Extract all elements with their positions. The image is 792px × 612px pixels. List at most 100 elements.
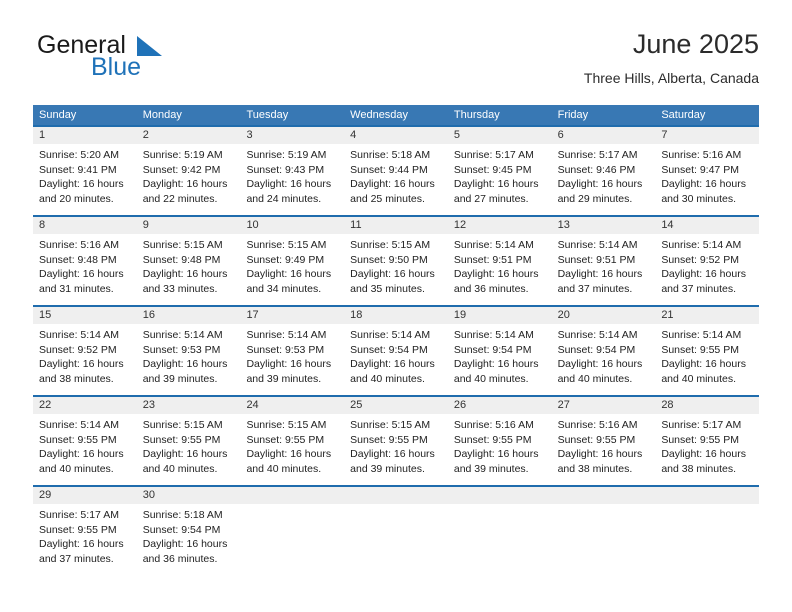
day-cell[interactable]: 25 Sunrise: 5:15 AM Sunset: 9:55 PM Dayl… <box>344 397 448 483</box>
day-cell[interactable]: 24 Sunrise: 5:15 AM Sunset: 9:55 PM Dayl… <box>240 397 345 483</box>
day-number: 15 <box>33 307 137 324</box>
weekday-header-friday: Friday <box>557 109 589 121</box>
day-number: 13 <box>551 217 656 234</box>
weekday-header-monday: Monday <box>142 109 182 121</box>
day-details: Sunrise: 5:15 AM Sunset: 9:55 PM Dayligh… <box>137 414 241 476</box>
day-cell[interactable]: 28 Sunrise: 5:17 AM Sunset: 9:55 PM Dayl… <box>655 397 760 483</box>
sunrise-text: Sunrise: 5:15 AM <box>246 419 327 431</box>
daylight-text-line1: Daylight: 16 hours <box>246 358 332 371</box>
sunset-text: Sunset: 9:55 PM <box>453 433 532 446</box>
sunrise-text: Sunrise: 5:14 AM <box>661 239 742 251</box>
daylight-text-line2: and 39 minutes. <box>246 372 322 385</box>
daylight-text-line2: and 29 minutes. <box>557 192 633 205</box>
sunset-text: Sunset: 9:54 PM <box>557 343 636 356</box>
day-cell[interactable]: 4 Sunrise: 5:18 AM Sunset: 9:44 PM Dayli… <box>344 127 448 213</box>
day-cell[interactable]: 14 Sunrise: 5:14 AM Sunset: 9:52 PM Dayl… <box>655 217 760 303</box>
day-cell[interactable]: 9 Sunrise: 5:15 AM Sunset: 9:48 PM Dayli… <box>136 217 241 303</box>
day-number: 10 <box>240 217 345 234</box>
daylight-text-line2: and 34 minutes. <box>246 282 322 295</box>
day-cell[interactable]: 7 Sunrise: 5:16 AM Sunset: 9:47 PM Dayli… <box>655 127 760 213</box>
day-cell[interactable]: 12 Sunrise: 5:14 AM Sunset: 9:51 PM Dayl… <box>447 217 552 303</box>
sunset-text: Sunset: 9:47 PM <box>661 163 739 176</box>
sunrise-text: Sunrise: 5:17 AM <box>39 509 119 521</box>
day-cell[interactable]: 10 Sunrise: 5:15 AM Sunset: 9:49 PM Dayl… <box>240 217 345 303</box>
day-cell[interactable]: 16 Sunrise: 5:14 AM Sunset: 9:53 PM Dayl… <box>136 307 241 393</box>
daylight-text-line1: Daylight: 16 hours <box>350 268 435 281</box>
day-number: 4 <box>344 127 448 144</box>
day-details: Sunrise: 5:18 AM Sunset: 9:54 PM Dayligh… <box>137 504 241 566</box>
sunrise-text: Sunrise: 5:17 AM <box>453 149 534 161</box>
sunset-text: Sunset: 9:53 PM <box>142 343 221 356</box>
day-number: 5 <box>447 127 552 144</box>
daylight-text-line2: and 31 minutes. <box>39 282 114 295</box>
day-cell[interactable]: 6 Sunrise: 5:17 AM Sunset: 9:46 PM Dayli… <box>551 127 656 213</box>
daylight-text-line1: Daylight: 16 hours <box>557 178 643 191</box>
day-cell[interactable]: 11 Sunrise: 5:15 AM Sunset: 9:50 PM Dayl… <box>344 217 448 303</box>
day-cell[interactable]: 3 Sunrise: 5:19 AM Sunset: 9:43 PM Dayli… <box>240 127 345 213</box>
day-cell[interactable]: 26 Sunrise: 5:16 AM Sunset: 9:55 PM Dayl… <box>447 397 552 483</box>
day-details: Sunrise: 5:15 AM Sunset: 9:49 PM Dayligh… <box>240 234 344 296</box>
day-cell[interactable]: 1 Sunrise: 5:20 AM Sunset: 9:41 PM Dayli… <box>33 127 137 213</box>
daylight-text-line1: Daylight: 16 hours <box>557 268 643 281</box>
daylight-text-line1: Daylight: 16 hours <box>246 178 332 191</box>
day-cell[interactable]: 30 Sunrise: 5:18 AM Sunset: 9:54 PM Dayl… <box>136 487 241 573</box>
sunset-text: Sunset: 9:48 PM <box>39 253 117 266</box>
day-cell[interactable]: 29 Sunrise: 5:17 AM Sunset: 9:55 PM Dayl… <box>33 487 137 573</box>
day-number: 28 <box>655 397 760 414</box>
sunrise-text: Sunrise: 5:18 AM <box>142 509 223 521</box>
daylight-text-line1: Daylight: 16 hours <box>39 358 124 371</box>
day-cell[interactable]: 5 Sunrise: 5:17 AM Sunset: 9:45 PM Dayli… <box>447 127 552 213</box>
day-cell-empty <box>240 487 345 573</box>
sunset-text: Sunset: 9:45 PM <box>453 163 532 176</box>
day-details: Sunrise: 5:14 AM Sunset: 9:51 PM Dayligh… <box>448 234 552 296</box>
day-cell[interactable]: 20 Sunrise: 5:14 AM Sunset: 9:54 PM Dayl… <box>551 307 656 393</box>
day-details: Sunrise: 5:14 AM Sunset: 9:54 PM Dayligh… <box>344 324 448 386</box>
day-cell[interactable]: 8 Sunrise: 5:16 AM Sunset: 9:48 PM Dayli… <box>33 217 137 303</box>
day-number <box>655 487 760 504</box>
day-cell[interactable]: 21 Sunrise: 5:14 AM Sunset: 9:55 PM Dayl… <box>655 307 760 393</box>
daylight-text-line1: Daylight: 16 hours <box>142 358 228 371</box>
day-details: Sunrise: 5:14 AM Sunset: 9:52 PM Dayligh… <box>33 324 137 386</box>
sunset-text: Sunset: 9:51 PM <box>557 253 636 266</box>
day-details: Sunrise: 5:18 AM Sunset: 9:44 PM Dayligh… <box>344 144 448 206</box>
calendar-grid: Sunday Monday Tuesday Wednesday Thursday… <box>33 105 760 573</box>
daylight-text-line1: Daylight: 16 hours <box>39 448 124 461</box>
day-cell[interactable]: 13 Sunrise: 5:14 AM Sunset: 9:51 PM Dayl… <box>551 217 656 303</box>
day-details: Sunrise: 5:16 AM Sunset: 9:55 PM Dayligh… <box>552 414 656 476</box>
day-cell[interactable]: 15 Sunrise: 5:14 AM Sunset: 9:52 PM Dayl… <box>33 307 137 393</box>
sunrise-text: Sunrise: 5:16 AM <box>557 419 638 431</box>
day-cell[interactable]: 22 Sunrise: 5:14 AM Sunset: 9:55 PM Dayl… <box>33 397 137 483</box>
day-cell[interactable]: 2 Sunrise: 5:19 AM Sunset: 9:42 PM Dayli… <box>136 127 241 213</box>
day-details: Sunrise: 5:17 AM Sunset: 9:46 PM Dayligh… <box>552 144 656 206</box>
day-number: 11 <box>344 217 448 234</box>
sunset-text: Sunset: 9:41 PM <box>39 163 117 176</box>
day-number: 26 <box>447 397 552 414</box>
day-number: 9 <box>136 217 241 234</box>
sunrise-text: Sunrise: 5:14 AM <box>453 239 534 251</box>
day-cell[interactable]: 17 Sunrise: 5:14 AM Sunset: 9:53 PM Dayl… <box>240 307 345 393</box>
sunrise-text: Sunrise: 5:15 AM <box>142 239 223 251</box>
day-number: 20 <box>551 307 656 324</box>
sunrise-text: Sunrise: 5:14 AM <box>453 329 534 341</box>
day-cell[interactable]: 18 Sunrise: 5:14 AM Sunset: 9:54 PM Dayl… <box>344 307 448 393</box>
daylight-text-line1: Daylight: 16 hours <box>453 178 539 191</box>
day-cell[interactable]: 23 Sunrise: 5:15 AM Sunset: 9:55 PM Dayl… <box>136 397 241 483</box>
daylight-text-line2: and 37 minutes. <box>661 282 737 295</box>
day-cell-empty <box>344 487 448 573</box>
day-details: Sunrise: 5:14 AM Sunset: 9:53 PM Dayligh… <box>137 324 241 386</box>
location-subtitle: Three Hills, Alberta, Canada <box>583 70 759 86</box>
daylight-text-line2: and 39 minutes. <box>453 462 529 475</box>
sunrise-text: Sunrise: 5:14 AM <box>39 329 119 341</box>
title-block: June 2025 Three Hills, Alberta, Canada <box>584 28 759 88</box>
day-number: 14 <box>655 217 760 234</box>
day-details: Sunrise: 5:19 AM Sunset: 9:43 PM Dayligh… <box>240 144 344 206</box>
day-number: 21 <box>655 307 760 324</box>
day-cell[interactable]: 27 Sunrise: 5:16 AM Sunset: 9:55 PM Dayl… <box>551 397 656 483</box>
day-cell[interactable]: 19 Sunrise: 5:14 AM Sunset: 9:54 PM Dayl… <box>447 307 552 393</box>
brand-logo[interactable]: General Blue <box>33 32 233 88</box>
day-number <box>240 487 345 504</box>
day-details: Sunrise: 5:19 AM Sunset: 9:42 PM Dayligh… <box>137 144 241 206</box>
daylight-text-line1: Daylight: 16 hours <box>142 178 228 191</box>
day-number: 16 <box>136 307 241 324</box>
daylight-text-line1: Daylight: 16 hours <box>661 178 746 191</box>
